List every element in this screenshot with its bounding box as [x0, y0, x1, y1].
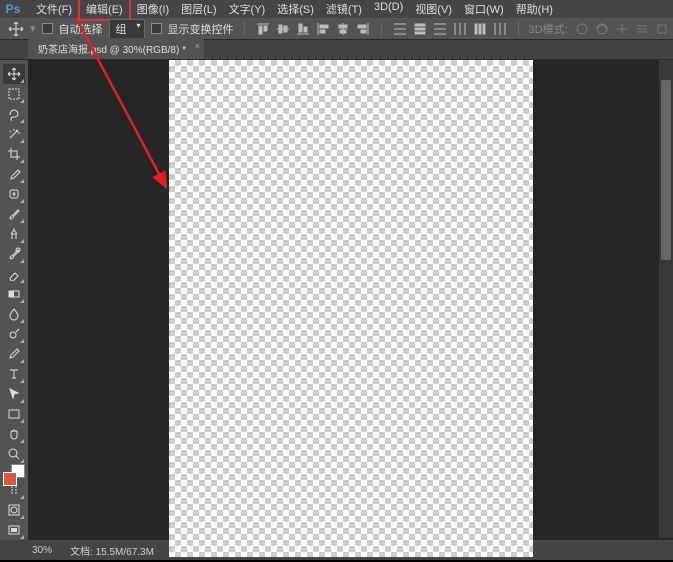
menu-滤镜[interactable]: 滤镜(T) [320, 0, 368, 19]
brush-tool[interactable] [3, 204, 25, 224]
menu-图层[interactable]: 图层(L) [175, 0, 222, 19]
show-transform-checkbox[interactable] [151, 23, 162, 34]
align-vcenter-icon[interactable] [275, 21, 291, 37]
menu-文件[interactable]: 文件(F) [30, 0, 78, 19]
align-bottom-icon[interactable] [295, 21, 311, 37]
show-transform-label: 显示变换控件 [168, 21, 234, 37]
distribute-right-icon[interactable] [492, 21, 508, 37]
menu-视图[interactable]: 视图(V) [409, 0, 458, 19]
3d-zoom-icon[interactable] [654, 21, 670, 37]
distribute-hcenter-icon[interactable] [472, 21, 488, 37]
document-canvas[interactable] [169, 60, 533, 557]
menu-窗口[interactable]: 窗口(W) [458, 0, 510, 19]
auto-select-label: 自动选择 [59, 21, 103, 37]
distribute-left-icon[interactable] [452, 21, 468, 37]
type-tool[interactable] [3, 364, 25, 384]
scrollbar-thumb[interactable] [661, 80, 671, 260]
document-tab-label: 奶茶店海报.psd @ 30%(RGB/8) * [38, 45, 186, 56]
screen-mode-tool[interactable] [3, 520, 25, 540]
eyedropper-tool[interactable] [3, 164, 25, 184]
crop-tool[interactable] [3, 144, 25, 164]
auto-select-target-dropdown[interactable]: 组 [109, 19, 145, 39]
mode-3d-label: 3D模式: [529, 21, 568, 37]
3d-roll-icon[interactable] [594, 21, 610, 37]
document-tab-bar: 奶茶店海报.psd @ 30%(RGB/8) * × [0, 40, 673, 60]
distribute-vcenter-icon[interactable] [412, 21, 428, 37]
menu-选择[interactable]: 选择(S) [271, 0, 320, 19]
align-top-icon[interactable] [255, 21, 271, 37]
document-info[interactable]: 文档: 15.5M/67.3M [70, 543, 154, 558]
move-tool[interactable] [3, 64, 25, 84]
menu-图像[interactable]: 图像(I) [131, 0, 175, 19]
hand-tool[interactable] [3, 424, 25, 444]
dodge-tool[interactable] [3, 324, 25, 344]
menu-文字[interactable]: 文字(Y) [223, 0, 272, 19]
3d-pan-icon[interactable] [614, 21, 630, 37]
quick-mask-tool[interactable] [3, 500, 25, 520]
menu-帮助[interactable]: 帮助(H) [510, 0, 559, 19]
zoom-tool[interactable] [3, 444, 25, 464]
color-swatches[interactable] [3, 472, 25, 478]
marquee-tool[interactable] [3, 84, 25, 104]
app-logo: Ps [4, 1, 22, 17]
align-buttons-group [255, 21, 371, 37]
distribute-top-icon[interactable] [392, 21, 408, 37]
tools-panel [0, 60, 28, 540]
clone-tool[interactable] [3, 224, 25, 244]
3d-slide-icon[interactable] [634, 21, 650, 37]
healing-tool[interactable] [3, 184, 25, 204]
path-select-tool[interactable] [3, 384, 25, 404]
gradient-tool[interactable] [3, 284, 25, 304]
options-bar: ▾ 自动选择 组 显示变换控件 3D模式: [0, 18, 673, 40]
edit-toolbar-tool[interactable] [3, 480, 25, 500]
3d-orbit-icon[interactable] [574, 21, 590, 37]
rectangle-tool[interactable] [3, 404, 25, 424]
eraser-tool[interactable] [3, 264, 25, 284]
align-right-icon[interactable] [355, 21, 371, 37]
canvas-area [28, 60, 673, 540]
auto-select-checkbox[interactable] [42, 23, 53, 34]
distribute-bottom-icon[interactable] [432, 21, 448, 37]
blur-tool[interactable] [3, 304, 25, 324]
zoom-level[interactable]: 30% [32, 545, 52, 556]
distribute-buttons-group [392, 21, 508, 37]
close-icon[interactable]: × [195, 41, 200, 51]
vertical-scrollbar[interactable] [659, 60, 673, 538]
menu-3D[interactable]: 3D(D) [368, 0, 409, 19]
history-brush-tool[interactable] [3, 244, 25, 264]
mode-3d-buttons [574, 21, 670, 37]
menu-bar: Ps 文件(F)编辑(E)图像(I)图层(L)文字(Y)选择(S)滤镜(T)3D… [0, 0, 673, 18]
pen-tool[interactable] [3, 344, 25, 364]
document-tab[interactable]: 奶茶店海报.psd @ 30%(RGB/8) * × [28, 38, 204, 59]
move-tool-indicator-icon[interactable] [8, 21, 24, 37]
magic-wand-tool[interactable] [3, 124, 25, 144]
lasso-tool[interactable] [3, 104, 25, 124]
align-hcenter-icon[interactable] [335, 21, 351, 37]
align-left-icon[interactable] [315, 21, 331, 37]
